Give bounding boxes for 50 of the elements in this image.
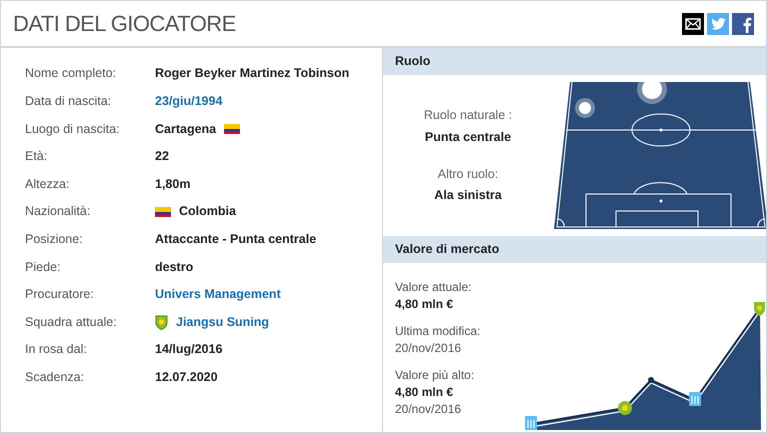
role-label: Altro ruolo: bbox=[438, 166, 498, 182]
club-crest-icon[interactable] bbox=[754, 302, 765, 316]
detail-link[interactable]: Univers Management bbox=[155, 285, 281, 304]
flag-icon bbox=[224, 124, 240, 134]
detail-link[interactable]: 23/giu/1994 bbox=[155, 92, 222, 111]
detail-value: Cartagena bbox=[155, 120, 216, 138]
highest-date: 20/nov/2016 bbox=[395, 401, 462, 418]
detail-value: Colombia bbox=[179, 203, 236, 220]
detail-label: Procuratore: bbox=[25, 286, 95, 304]
detail-label: Luogo di nascita: bbox=[25, 120, 121, 138]
value-label: Valore attuale: bbox=[395, 279, 472, 296]
f-letter-icon bbox=[742, 16, 752, 32]
flag-icon bbox=[155, 206, 171, 217]
club-crest-icon bbox=[155, 314, 168, 330]
role-value: Ala sinistra bbox=[434, 187, 502, 204]
detail-value: 22 bbox=[155, 148, 169, 166]
highest-value: 4,80 mln € bbox=[395, 384, 454, 401]
role-label: Ruolo naturale : bbox=[424, 107, 512, 124]
facebook-share-button[interactable] bbox=[732, 12, 754, 34]
detail-label: Squadra attuale: bbox=[25, 314, 118, 331]
detail-value: 12.07.2020 bbox=[155, 368, 218, 386]
bird-icon bbox=[710, 18, 726, 30]
detail-value: Roger Beyker Martinez Tobinson bbox=[155, 65, 350, 82]
club-link[interactable]: Jiangsu Suning bbox=[176, 312, 270, 332]
value-label: Valore più alto: bbox=[395, 367, 476, 384]
detail-value: 1,80m bbox=[155, 176, 190, 193]
section-header: Valore di mercato bbox=[383, 236, 766, 263]
detail-value: destro bbox=[155, 258, 194, 276]
round-crest-icon[interactable] bbox=[618, 401, 632, 415]
detail-label: Data di nascita: bbox=[25, 93, 112, 110]
secondary-position-marker-icon bbox=[575, 98, 595, 118]
update-date: 20/nov/2016 bbox=[395, 340, 462, 357]
detail-label: Scadenza: bbox=[25, 368, 86, 386]
detail-label: Nome completo: bbox=[25, 65, 118, 82]
detail-label: In rosa dal: bbox=[25, 341, 88, 358]
position-marker-icon bbox=[637, 80, 667, 104]
detail-label: Età: bbox=[25, 148, 48, 166]
section-header: Ruolo bbox=[383, 48, 766, 75]
detail-label: Posizione: bbox=[25, 230, 84, 248]
current-value: 4,80 mln € bbox=[395, 296, 454, 313]
page-title: DATI DEL GIOCATORE bbox=[13, 10, 236, 38]
envelope-icon bbox=[685, 18, 701, 30]
role-value: Punta centrale bbox=[424, 128, 512, 146]
detail-label: Altezza: bbox=[25, 176, 70, 193]
value-label: Ultima modifica: bbox=[395, 323, 482, 340]
email-share-button[interactable] bbox=[682, 12, 704, 34]
detail-label: Piede: bbox=[25, 258, 62, 276]
detail-value: 14/lug/2016 bbox=[155, 341, 222, 358]
detail-label: Nazionalità: bbox=[25, 203, 92, 220]
detail-value: Attaccante - Punta centrale bbox=[155, 230, 316, 248]
